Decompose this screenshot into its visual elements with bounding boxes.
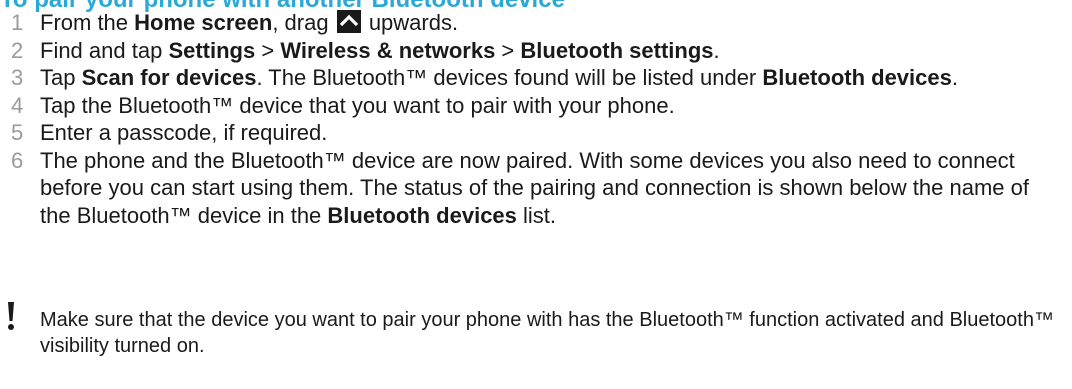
emphasis-term: Wireless & networks [280, 37, 496, 63]
step-text-segment: Tap [40, 65, 82, 90]
instruction-steps: 1 From the Home screen, drag upwards. 2 Fin… [0, 9, 1060, 229]
arrow-up-icon [336, 10, 361, 33]
step-text: From the Home screen, drag upwards. [40, 10, 458, 35]
step-item: 4 Tap the Bluetooth™ device that you want… [0, 92, 1060, 120]
step-number: 4 [11, 92, 24, 118]
step-text-segment: . The Bluetooth™ devices found will be l… [256, 65, 763, 90]
step-number: 5 [11, 120, 24, 145]
step-text-segment: , drag [272, 10, 335, 35]
step-number: 6 [11, 147, 24, 173]
step-number: 2 [11, 37, 24, 63]
emphasis-term: Bluetooth settings [520, 37, 714, 63]
step-item: 1 From the Home screen, drag upwards. [0, 9, 1060, 37]
note-text: Make sure that the device you want to pa… [40, 309, 1054, 357]
step-text-segment: > [255, 37, 281, 63]
step-item: 5 Enter a passcode, if required. [0, 119, 1060, 147]
step-text-segment: Tap the Bluetooth™ device that you want … [40, 92, 675, 118]
emphasis-term: Bluetooth devices [762, 65, 952, 90]
step-text-segment: . [713, 37, 720, 63]
step-text-segment: Enter a passcode, if required. [40, 120, 328, 145]
step-text-segment: From the [40, 10, 135, 35]
step-text: Tap Scan for devices. The Bluetooth™ dev… [40, 65, 958, 90]
step-text: Tap the Bluetooth™ device that you want … [40, 93, 675, 118]
step-text-segment: upwards. [362, 10, 459, 35]
step-text-segment: . [951, 65, 958, 90]
step-number: 1 [11, 10, 24, 35]
emphasis-term: Home screen [134, 10, 273, 35]
step-text-segment: > [495, 37, 521, 63]
step-text: Find and tap Settings > Wireless & netwo… [40, 38, 720, 63]
step-number: 3 [11, 65, 24, 90]
step-item: 6 The phone and the Bluetooth™ device are… [0, 147, 1060, 230]
emphasis-term: Settings [168, 37, 256, 63]
emphasis-term: Bluetooth devices [327, 202, 517, 228]
step-text-segment: Find and tap [40, 37, 169, 63]
step-item: 2 Find and tap Settings > Wireless & netw… [0, 37, 1060, 65]
exclamation-icon [8, 302, 14, 330]
step-text-segment: list. [516, 202, 557, 228]
step-text: Enter a passcode, if required. [40, 120, 327, 145]
step-text: The phone and the Bluetooth™ device are … [40, 148, 1029, 228]
step-item: 3 Tap Scan for devices. The Bluetooth™ de… [0, 64, 1060, 92]
emphasis-term: Scan for devices [81, 65, 257, 90]
